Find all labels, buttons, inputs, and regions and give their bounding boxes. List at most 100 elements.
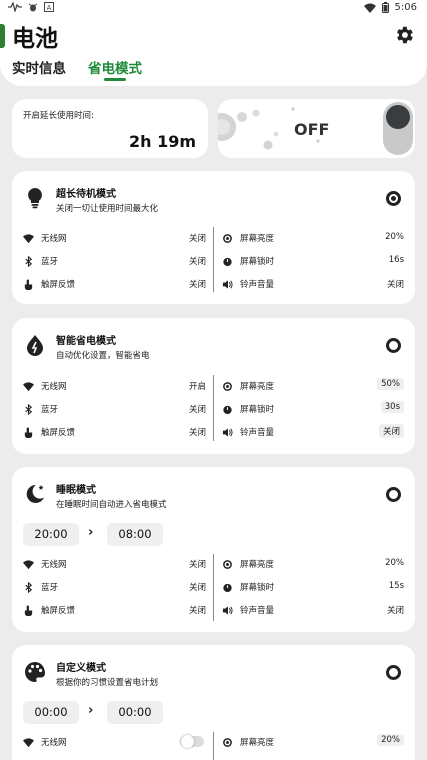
setting-label: 蓝牙: [41, 257, 59, 267]
mode-description: 自动优化设置，智能省电: [56, 351, 150, 361]
svg-text:A: A: [47, 4, 52, 12]
mode-title: 智能省电模式: [56, 336, 116, 347]
mode-title: 睡眠模式: [56, 485, 96, 496]
mode-card-smart-saving[interactable]: 智能省电模式 自动优化设置，智能省电 无线网 开启 蓝牙 关闭 触屏反馈 关闭 屏幕亮…: [12, 318, 415, 454]
mode-card-sleep[interactable]: 睡眠模式 在睡眠时间自动进入省电模式 20:00 › 08:00 无线网 关闭 蓝…: [12, 467, 415, 632]
chevron-right-icon: ›: [88, 703, 94, 718]
setting-value[interactable]: 关闭: [189, 232, 206, 244]
mode-radio[interactable]: [386, 338, 401, 353]
mode-card-custom[interactable]: 自定义模式 根据你的习惯设置省电计划 00:00 › 00:00 无线网 屏幕亮…: [12, 645, 415, 760]
brightness-icon: [223, 738, 232, 747]
lightbulb-icon: [28, 188, 42, 209]
setting-value[interactable]: 关闭: [189, 278, 206, 290]
timer-icon: [223, 583, 232, 593]
setting-value[interactable]: 30s: [380, 401, 404, 413]
smart-battery-drop-icon: [27, 335, 43, 356]
column-divider: [213, 554, 214, 621]
tab-power-saving[interactable]: 省电模式: [88, 57, 142, 81]
tab-bar: 实时信息 省电模式: [12, 57, 142, 81]
bluetooth-icon: [25, 256, 33, 267]
status-time: 5:06: [394, 2, 417, 13]
setting-label: 无线网: [41, 382, 67, 392]
power-saving-switch-card[interactable]: OFF: [218, 99, 415, 158]
setting-label: 铃声音量: [240, 606, 275, 616]
setting-label: 屏幕锁时: [240, 405, 275, 415]
column-divider: [213, 732, 214, 760]
gear-icon[interactable]: [393, 24, 415, 46]
start-time-picker[interactable]: 00:00: [23, 701, 79, 724]
setting-label: 触屏反馈: [41, 606, 76, 616]
extend-time-card: 开启延长使用时间: 2h 19m: [12, 99, 208, 158]
setting-label: 蓝牙: [41, 583, 59, 593]
setting-value[interactable]: 15s: [389, 581, 404, 591]
setting-row-brightness: 屏幕亮度 20%: [222, 232, 404, 246]
status-bar: A 5:06: [8, 2, 417, 16]
setting-row-screen-timeout: 屏幕锁时 16s: [222, 255, 404, 269]
mode-radio[interactable]: [386, 487, 401, 502]
bluetooth-icon: [25, 582, 33, 593]
wifi-icon: [363, 3, 376, 13]
setting-label: 屏幕亮度: [240, 234, 275, 244]
column-divider: [213, 227, 214, 292]
setting-value[interactable]: 关闭: [189, 255, 206, 267]
toggle-knob[interactable]: [386, 105, 410, 129]
setting-value[interactable]: 16s: [389, 255, 404, 265]
touch-icon: [24, 279, 33, 290]
page-title: 电池: [12, 26, 58, 52]
setting-value[interactable]: 关闭: [189, 558, 206, 570]
setting-value[interactable]: 关闭: [189, 403, 206, 415]
bluetooth-icon: [25, 404, 33, 415]
setting-label: 无线网: [41, 234, 67, 244]
setting-row-ringtone-volume: 铃声音量 关闭: [222, 604, 404, 618]
setting-row-wifi: 无线网 开启: [23, 380, 206, 394]
mode-card-ultra-standby[interactable]: 超长待机模式 关闭一切让使用时间最大化 无线网 关闭 蓝牙 关闭 触屏反馈 关闭 屏幕…: [12, 171, 415, 304]
wifi-switch[interactable]: [180, 735, 204, 748]
setting-value[interactable]: 关闭: [189, 604, 206, 616]
setting-value[interactable]: 20%: [385, 232, 404, 242]
title-accent-bar: [0, 24, 5, 48]
start-time-picker[interactable]: 20:00: [23, 523, 79, 546]
setting-label: 屏幕亮度: [240, 560, 275, 570]
setting-value[interactable]: 开启: [189, 380, 206, 392]
volume-icon: [222, 606, 233, 615]
timer-icon: [223, 405, 232, 415]
setting-label: 无线网: [41, 738, 67, 748]
setting-row-wifi: 无线网: [23, 735, 206, 750]
setting-row-haptic: 触屏反馈 关闭: [23, 278, 206, 292]
setting-value[interactable]: 20%: [377, 734, 404, 746]
bug-icon: [28, 3, 38, 12]
wifi-icon: [23, 560, 34, 570]
tab-realtime-info[interactable]: 实时信息: [12, 57, 66, 77]
chevron-right-icon: ›: [88, 525, 94, 540]
mode-radio[interactable]: [386, 665, 401, 680]
setting-label: 屏幕锁时: [240, 257, 275, 267]
timer-icon: [223, 257, 232, 267]
setting-value[interactable]: 50%: [377, 378, 404, 390]
setting-row-screen-timeout: 屏幕锁时 15s: [222, 581, 404, 595]
setting-value[interactable]: 关闭: [189, 581, 206, 593]
touch-icon: [24, 427, 33, 438]
brightness-icon: [223, 234, 232, 243]
a-icon: A: [44, 2, 54, 12]
end-time-picker[interactable]: 08:00: [107, 523, 163, 546]
setting-row-brightness: 屏幕亮度 20%: [222, 734, 404, 750]
setting-row-bluetooth: 蓝牙 关闭: [23, 255, 206, 269]
setting-value[interactable]: 关闭: [387, 604, 404, 616]
setting-value[interactable]: 关闭: [387, 278, 404, 290]
mode-description: 根据你的习惯设置省电计划: [56, 678, 159, 688]
setting-value[interactable]: 20%: [385, 558, 404, 568]
setting-value[interactable]: 关闭: [189, 426, 206, 438]
setting-label: 铃声音量: [240, 280, 275, 290]
power-saving-toggle[interactable]: [383, 102, 413, 155]
app-header: A 5:06 电池 实时信息 省电模式: [0, 0, 427, 86]
extend-time-value: 2h 19m: [128, 132, 196, 151]
end-time-picker[interactable]: 00:00: [107, 701, 163, 724]
wifi-icon: [23, 738, 34, 748]
wifi-icon: [23, 382, 34, 392]
setting-label: 触屏反馈: [41, 280, 76, 290]
setting-row-brightness: 屏幕亮度 20%: [222, 558, 404, 572]
column-divider: [213, 375, 214, 441]
mode-radio-selected[interactable]: [386, 191, 401, 206]
touch-icon: [24, 605, 33, 616]
setting-value[interactable]: 关闭: [378, 424, 404, 438]
